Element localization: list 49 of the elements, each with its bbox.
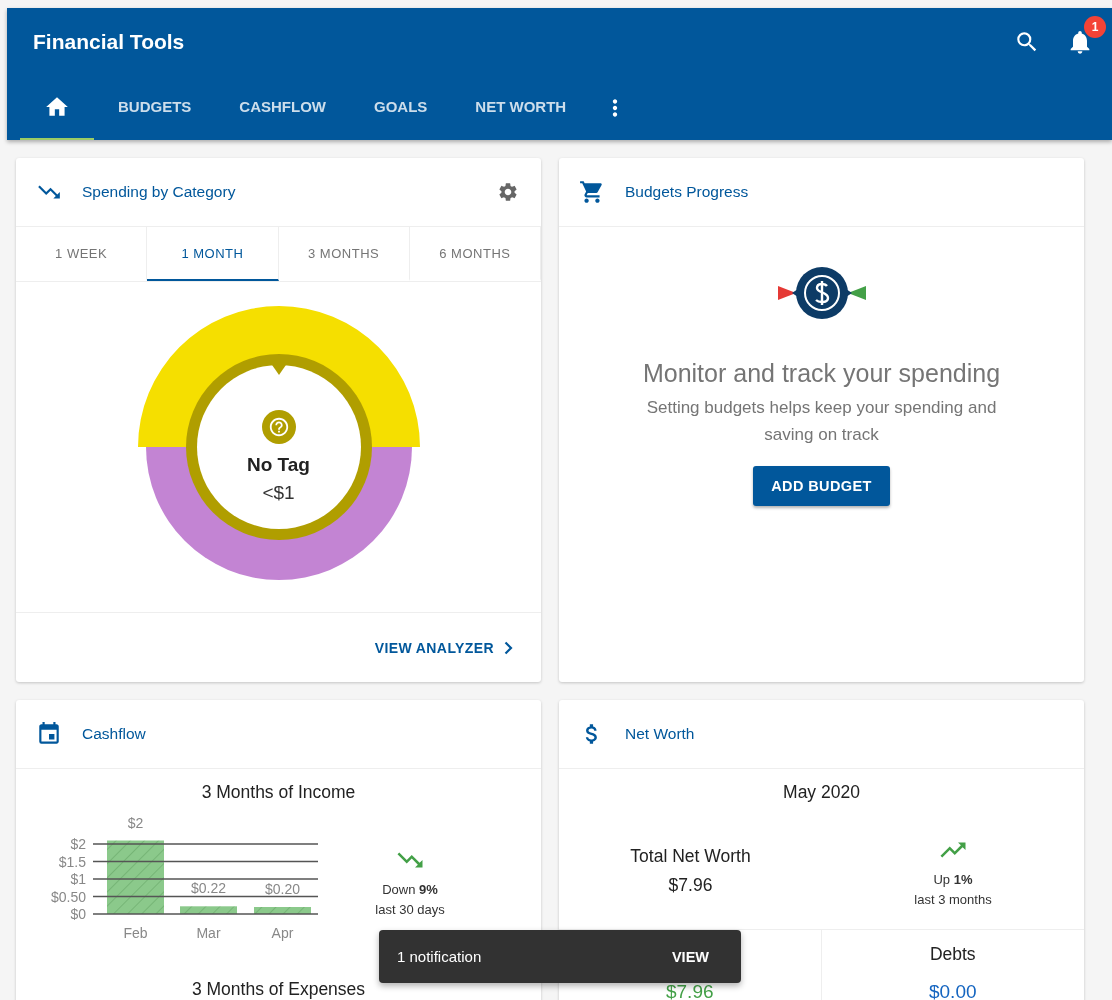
axis-label: $2 xyxy=(70,836,86,852)
notification-badge: 1 xyxy=(1084,15,1106,38)
nav-tab[interactable]: BUDGETS xyxy=(94,75,216,140)
month-label: May 2020 xyxy=(782,782,861,803)
snackbar-message: 1 notification xyxy=(397,948,482,965)
cell-label: Debts xyxy=(929,944,976,965)
axis-label: Apr xyxy=(271,925,294,941)
app-title: Financial Tools xyxy=(33,29,186,54)
total-value: $7.96 xyxy=(668,875,713,896)
bar-value-label: $2 xyxy=(127,814,144,831)
period-tab[interactable]: 1 WEEK xyxy=(16,227,148,281)
total-label: Total Net Worth xyxy=(630,846,751,867)
period-tab[interactable]: 1 MONTH xyxy=(147,227,279,281)
trend-period: last 30 days xyxy=(375,901,445,917)
axis-label: $0.50 xyxy=(50,888,86,905)
category-amount: <$1 xyxy=(262,482,295,504)
trend-period: last 3 months xyxy=(914,892,992,907)
trend-text: Down 9% xyxy=(382,881,438,897)
axis-label: Feb xyxy=(123,925,148,941)
nav-tab[interactable]: NET WORTH xyxy=(451,75,591,140)
category-name: No Tag xyxy=(247,454,310,476)
cell-value: $7.96 xyxy=(665,981,714,1000)
bar-value-label: $0.20 xyxy=(265,881,300,897)
cell-value: $0.00 xyxy=(928,981,977,1000)
card-title: Cashflow xyxy=(82,725,147,743)
chevron-right-icon xyxy=(504,640,513,655)
calendar-icon xyxy=(36,721,62,747)
card-title: Budgets Progress xyxy=(625,183,750,201)
chart-title: 3 Months of Income xyxy=(200,782,357,803)
shopping-cart-icon xyxy=(579,179,605,205)
axis-label: $1.5 xyxy=(58,853,86,870)
empty-state-text: Setting budgets helps keep your spending and saving on track xyxy=(645,397,998,446)
card-title: Spending by Category xyxy=(82,183,237,201)
chart-title: 3 Months of Expenses xyxy=(190,979,367,1000)
settings-icon[interactable] xyxy=(497,181,519,203)
axis-label: $0 xyxy=(70,906,86,922)
bar xyxy=(254,907,311,914)
trend-text: Up 1% xyxy=(933,872,973,887)
add-budget-button[interactable]: ADD BUDGET xyxy=(753,466,890,506)
axis-label: $1 xyxy=(70,871,86,887)
bar xyxy=(180,906,237,914)
axis-label: Mar xyxy=(196,925,221,941)
card-title: Net Worth xyxy=(625,725,696,743)
view-analyzer-link[interactable]: VIEW ANALYZER xyxy=(368,638,519,657)
nav-tab[interactable]: GOALS xyxy=(350,75,452,140)
nav-tab[interactable]: CASHFLOW xyxy=(215,75,350,140)
bar-value-label: $0.22 xyxy=(191,880,226,897)
empty-state-heading: Monitor and track your spending xyxy=(642,359,1001,388)
view-button[interactable]: VIEW xyxy=(665,947,715,966)
